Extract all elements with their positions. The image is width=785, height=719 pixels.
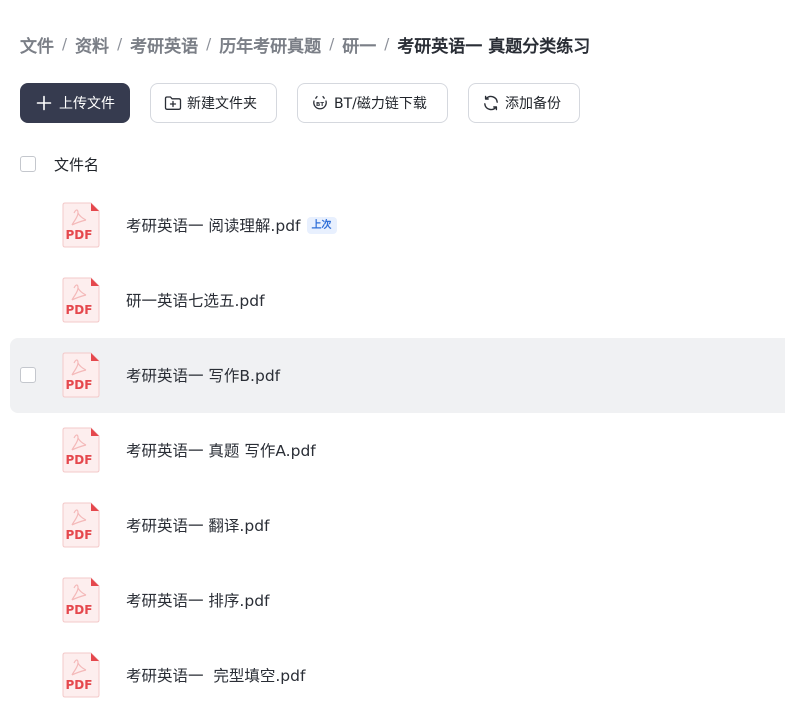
file-row[interactable]: PDF 考研英语一 排序.pdf	[10, 563, 785, 638]
svg-text:PDF: PDF	[66, 528, 93, 542]
row-checkbox[interactable]	[20, 367, 36, 383]
file-row[interactable]: PDF 考研英语一 真题 写作A.pdf	[10, 413, 785, 488]
file-name-text: 考研英语一 翻译.pdf	[126, 517, 270, 535]
breadcrumb-separator: /	[384, 35, 390, 53]
file-name-text: 研一英语七选五.pdf	[126, 292, 265, 310]
breadcrumb-separator: /	[206, 35, 212, 53]
file-manager-page: 文件 / 资料 / 考研英语 / 历年考研真题 / 研一 / 考研英语一 真题分…	[0, 0, 785, 719]
breadcrumb-item-postgrad-english[interactable]: 考研英语	[130, 32, 198, 57]
file-list: PDF 考研英语一 阅读理解.pdf 上次 PDF 研一英语七选五.pdf PDF…	[10, 188, 785, 713]
new-folder-button-label: 新建文件夹	[187, 96, 257, 112]
upload-button[interactable]: 上传文件	[20, 83, 130, 123]
file-row[interactable]: PDF 考研英语一 翻译.pdf	[10, 488, 785, 563]
pdf-icon: PDF	[60, 201, 102, 249]
folder-plus-icon	[164, 94, 182, 112]
breadcrumb-item-files[interactable]: 文件	[20, 32, 54, 57]
file-name[interactable]: 考研英语一 翻译.pdf	[126, 514, 270, 536]
bt-icon: BT	[311, 94, 329, 112]
file-name[interactable]: 考研英语一 写作B.pdf	[126, 364, 280, 386]
sync-icon	[482, 94, 500, 112]
breadcrumb: 文件 / 资料 / 考研英语 / 历年考研真题 / 研一 / 考研英语一 真题分…	[20, 30, 590, 58]
file-name[interactable]: 考研英语一 真题 写作A.pdf	[126, 439, 316, 461]
bt-magnet-download-button-label: BT/磁力链下载	[334, 96, 427, 112]
pdf-icon: PDF	[60, 501, 102, 549]
file-row[interactable]: PDF 考研英语一 写作B.pdf	[10, 338, 785, 413]
select-all-checkbox[interactable]	[20, 156, 36, 172]
svg-text:BT: BT	[316, 102, 324, 108]
breadcrumb-item-past-exams[interactable]: 历年考研真题	[219, 32, 321, 57]
breadcrumb-separator: /	[62, 35, 68, 53]
add-backup-button-label: 添加备份	[505, 96, 561, 112]
file-name[interactable]: 研一英语七选五.pdf	[126, 289, 265, 311]
pdf-icon: PDF	[60, 651, 102, 699]
pdf-icon: PDF	[60, 351, 102, 399]
bt-magnet-download-button[interactable]: BT BT/磁力链下载	[297, 83, 448, 123]
breadcrumb-separator: /	[117, 35, 123, 53]
pdf-icon: PDF	[60, 276, 102, 324]
plus-icon	[35, 94, 53, 112]
toolbar: 上传文件 新建文件夹 BT BT/磁力链下载 添加备份	[20, 83, 600, 123]
breadcrumb-item-materials[interactable]: 资料	[75, 32, 109, 57]
file-row[interactable]: PDF 研一英语七选五.pdf	[10, 263, 785, 338]
svg-text:PDF: PDF	[66, 603, 93, 617]
pdf-icon: PDF	[60, 576, 102, 624]
last-opened-badge: 上次	[306, 216, 337, 234]
column-header-filename[interactable]: 文件名	[54, 154, 99, 175]
svg-text:PDF: PDF	[66, 678, 93, 692]
pdf-icon: PDF	[60, 426, 102, 474]
upload-button-label: 上传文件	[59, 96, 115, 112]
file-name[interactable]: 考研英语一 完型填空.pdf	[126, 664, 305, 686]
breadcrumb-separator: /	[329, 35, 335, 53]
file-name-text: 考研英语一 排序.pdf	[126, 592, 270, 610]
svg-text:PDF: PDF	[66, 378, 93, 392]
file-name[interactable]: 考研英语一 排序.pdf	[126, 589, 270, 611]
breadcrumb-item-year-one[interactable]: 研一	[342, 32, 376, 57]
file-row[interactable]: PDF 考研英语一 阅读理解.pdf 上次	[10, 188, 785, 263]
svg-text:PDF: PDF	[66, 228, 93, 242]
svg-text:PDF: PDF	[66, 303, 93, 317]
list-header: 文件名	[20, 152, 99, 176]
breadcrumb-current-folder: 考研英语一 真题分类练习	[397, 36, 591, 57]
file-name-text: 考研英语一 完型填空.pdf	[126, 667, 306, 685]
file-name-text: 考研英语一 写作B.pdf	[126, 367, 281, 385]
new-folder-button[interactable]: 新建文件夹	[150, 83, 277, 123]
file-name-text: 考研英语一 真题 写作A.pdf	[126, 442, 316, 460]
svg-text:PDF: PDF	[66, 453, 93, 467]
file-name[interactable]: 考研英语一 阅读理解.pdf 上次	[126, 214, 337, 236]
file-row[interactable]: PDF 考研英语一 完型填空.pdf	[10, 638, 785, 713]
add-backup-button[interactable]: 添加备份	[468, 83, 580, 123]
file-name-text: 考研英语一 阅读理解.pdf	[126, 217, 301, 235]
